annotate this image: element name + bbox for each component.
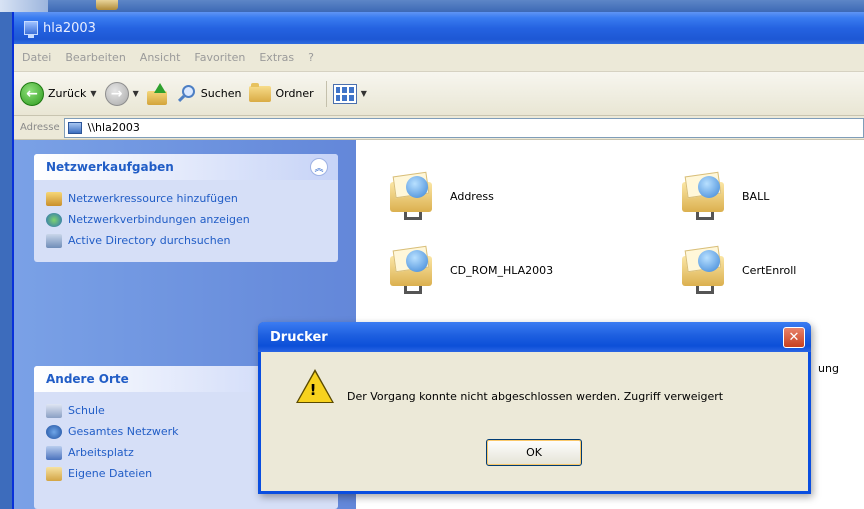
network-tasks-title: Netzwerkaufgaben (46, 160, 174, 174)
menu-bar: Datei Bearbeiten Ansicht Favoriten Extra… (14, 44, 864, 72)
ok-button[interactable]: OK (486, 439, 582, 466)
task-label: Netzwerkverbindungen anzeigen (68, 213, 250, 226)
share-item[interactable]: BALL (682, 168, 769, 224)
close-icon: ✕ (788, 330, 800, 345)
folder-up-icon (146, 82, 169, 105)
menu-bearbeiten[interactable]: Bearbeiten (65, 51, 125, 64)
window-title: hla2003 (43, 20, 96, 36)
network-tasks-header[interactable]: Netzwerkaufgaben ︽ (34, 154, 338, 180)
close-button[interactable]: ✕ (783, 327, 805, 348)
folders-label: Ordner (275, 87, 314, 100)
menu-datei[interactable]: Datei (22, 51, 51, 64)
search-label: Suchen (200, 87, 242, 100)
menu-ansicht[interactable]: Ansicht (140, 51, 181, 64)
task-show-network-connections[interactable]: Netzwerkverbindungen anzeigen (46, 209, 326, 230)
share-name: CertEnroll (742, 263, 797, 277)
other-places-title: Andere Orte (46, 372, 129, 386)
place-label: Gesamtes Netzwerk (68, 425, 179, 438)
folder-icon (249, 82, 272, 102)
documents-folder-icon (46, 466, 62, 481)
task-search-active-directory[interactable]: Active Directory durchsuchen (46, 230, 326, 251)
shared-folder-icon (682, 168, 732, 224)
desktop-folder-icon[interactable] (96, 0, 118, 10)
menu-extras[interactable]: Extras (259, 51, 294, 64)
chevron-down-icon[interactable]: ▼ (133, 89, 139, 98)
dialog-title: Drucker (270, 329, 328, 345)
entire-network-icon (46, 424, 62, 439)
warning-exclamation: ! (309, 381, 317, 399)
menu-favoriten[interactable]: Favoriten (194, 51, 245, 64)
place-label: Arbeitsplatz (68, 446, 134, 459)
task-add-network-resource[interactable]: Netzwerkressource hinzufügen (46, 188, 326, 209)
title-bar[interactable]: hla2003 (14, 12, 864, 44)
chevron-down-icon[interactable]: ▼ (90, 89, 96, 98)
search-button[interactable]: Suchen (177, 84, 242, 104)
desktop-background-left (0, 12, 12, 509)
shared-folder-icon (390, 168, 440, 224)
directory-search-icon (46, 233, 62, 248)
network-group-icon (46, 403, 62, 418)
address-bar: Adresse \\hla2003 (14, 116, 864, 140)
views-icon (332, 83, 357, 104)
chevron-down-icon[interactable]: ▼ (361, 89, 367, 98)
network-connections-icon (46, 212, 62, 227)
dialog-message: Der Vorgang konnte nicht abgeschlossen w… (347, 390, 724, 403)
task-label: Netzwerkressource hinzufügen (68, 192, 238, 205)
share-item[interactable]: CD_ROM_HLA2003 (390, 242, 553, 298)
network-computer-icon (24, 21, 38, 38)
shared-folder-icon (390, 242, 440, 298)
desktop-icon[interactable] (0, 0, 48, 12)
share-name: CD_ROM_HLA2003 (450, 263, 554, 277)
collapse-icon[interactable]: ︽ (310, 158, 328, 176)
place-label: Schule (68, 404, 105, 417)
desktop-background (0, 0, 864, 12)
forward-arrow-icon: → (104, 81, 129, 106)
task-label: Active Directory durchsuchen (68, 234, 231, 247)
address-label: Adresse (20, 122, 60, 133)
add-network-place-icon (46, 191, 62, 206)
share-item[interactable]: CertEnroll (682, 242, 796, 298)
my-computer-icon (46, 445, 62, 460)
address-field[interactable]: \\hla2003 (63, 117, 864, 138)
dialog-title-bar[interactable]: Drucker ✕ (258, 322, 811, 352)
search-icon (177, 84, 197, 104)
menu-help[interactable]: ? (308, 51, 314, 64)
shared-folder-icon (682, 242, 732, 298)
share-name: BALL (742, 189, 770, 203)
folders-button[interactable]: Ordner (249, 82, 314, 102)
up-button[interactable] (146, 82, 169, 105)
address-value: \\hla2003 (87, 121, 140, 134)
back-button[interactable]: ← Zurück ▼ (20, 81, 97, 106)
views-button[interactable]: ▼ (332, 83, 367, 104)
network-computer-icon (67, 121, 82, 134)
share-name: Address (450, 189, 494, 203)
partial-share-name: ung (818, 362, 839, 375)
forward-button[interactable]: → ▼ (104, 81, 139, 106)
place-label: Eigene Dateien (68, 467, 153, 480)
back-label: Zurück (48, 87, 87, 100)
toolbar: ← Zurück ▼ → ▼ Suchen Ordner ▼ (14, 72, 864, 116)
back-arrow-icon: ← (20, 81, 44, 106)
toolbar-separator (325, 80, 327, 107)
error-dialog: Drucker ✕ ! Der Vorgang konnte nicht abg… (258, 322, 811, 494)
network-tasks-panel: Netzwerkaufgaben ︽ Netzwerkressource hin… (34, 154, 338, 262)
share-item[interactable]: Address (390, 168, 494, 224)
